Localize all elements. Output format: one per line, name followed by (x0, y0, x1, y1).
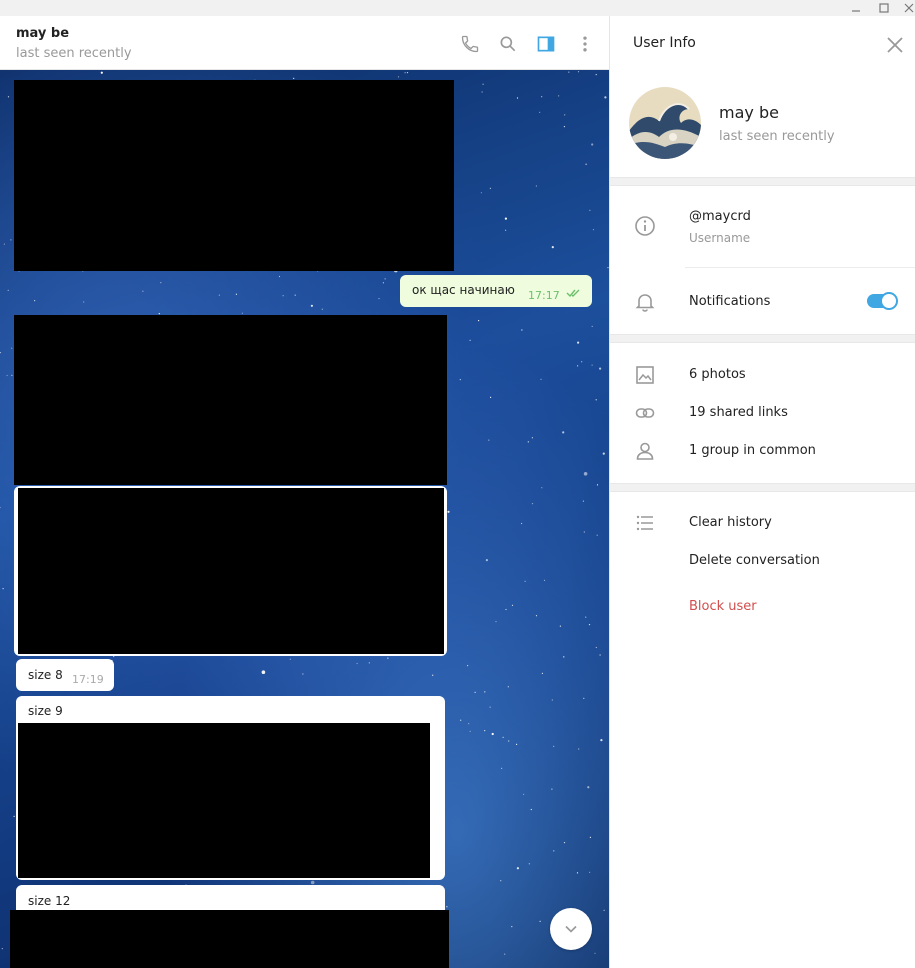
section-divider (610, 483, 915, 492)
shared-links-link[interactable]: 19 shared links (689, 405, 788, 420)
message-text: size 12 (28, 894, 71, 908)
search-icon (500, 36, 516, 52)
message-text: ок щас начинаю (412, 283, 515, 297)
double-check-icon (566, 289, 580, 298)
incoming-message[interactable]: size 9 (16, 696, 445, 880)
chat-header: may be last seen recently (0, 16, 609, 70)
chat-title[interactable]: may be (16, 26, 69, 41)
bell-icon (634, 291, 656, 313)
outgoing-message[interactable]: ок щас начинаю 17:17 (400, 275, 592, 307)
search-button[interactable] (497, 33, 519, 55)
info-icon (634, 215, 656, 237)
section-divider (610, 177, 915, 186)
panel-title: User Info (633, 35, 696, 51)
phone-icon (461, 35, 479, 53)
message-time: 17:17 (528, 289, 560, 302)
toggle-knob (880, 292, 898, 310)
redacted-image (10, 910, 449, 968)
delete-conversation-button[interactable]: Delete conversation (689, 553, 820, 568)
message-text: size 8 (28, 668, 63, 682)
avatar[interactable] (629, 87, 701, 159)
photo-icon (634, 364, 656, 386)
close-icon (904, 3, 914, 13)
more-vertical-icon (583, 36, 587, 52)
redacted-image (18, 488, 444, 654)
message-time: 17:19 (72, 673, 104, 686)
link-icon (634, 402, 656, 424)
redacted-image (14, 80, 454, 271)
chat-status: last seen recently (16, 46, 132, 61)
username-label: Username (689, 231, 751, 245)
redacted-image (14, 315, 447, 485)
minimize-button[interactable] (841, 0, 871, 16)
row-divider (685, 267, 915, 268)
incoming-message[interactable]: size 8 17:19 (16, 659, 114, 691)
sidebar-toggle-button[interactable] (535, 33, 557, 55)
user-icon (634, 440, 656, 462)
maximize-icon (879, 3, 889, 13)
block-user-button[interactable]: Block user (689, 599, 757, 614)
section-divider (610, 334, 915, 343)
close-icon (887, 37, 903, 53)
notifications-label[interactable]: Notifications (689, 294, 770, 309)
call-button[interactable] (459, 33, 481, 55)
chat-messages-area[interactable]: ок щас начинаю 17:17 size 8 17:19 size 9… (0, 70, 609, 968)
minimize-icon (852, 10, 860, 12)
message-text: size 9 (28, 704, 63, 718)
chevron-down-icon (565, 925, 577, 933)
close-window-button[interactable] (894, 0, 915, 16)
groups-in-common-link[interactable]: 1 group in common (689, 443, 816, 458)
scroll-down-button[interactable] (550, 908, 592, 950)
wave-artwork-avatar (629, 87, 701, 159)
profile-name: may be (719, 103, 779, 122)
user-info-panel: User Info may be last seen recently @may… (609, 16, 915, 968)
close-panel-button[interactable] (884, 34, 906, 56)
sidebar-toggle-icon (537, 36, 555, 52)
notifications-toggle[interactable] (867, 292, 898, 310)
image-message[interactable] (14, 486, 447, 656)
photos-link[interactable]: 6 photos (689, 367, 746, 382)
profile-status: last seen recently (719, 129, 835, 144)
more-button[interactable] (574, 33, 596, 55)
clear-history-button[interactable]: Clear history (689, 515, 772, 530)
window-titlebar (0, 0, 915, 16)
username-value[interactable]: @maycrd (689, 209, 751, 224)
redacted-image (18, 723, 430, 878)
list-icon (634, 512, 656, 534)
